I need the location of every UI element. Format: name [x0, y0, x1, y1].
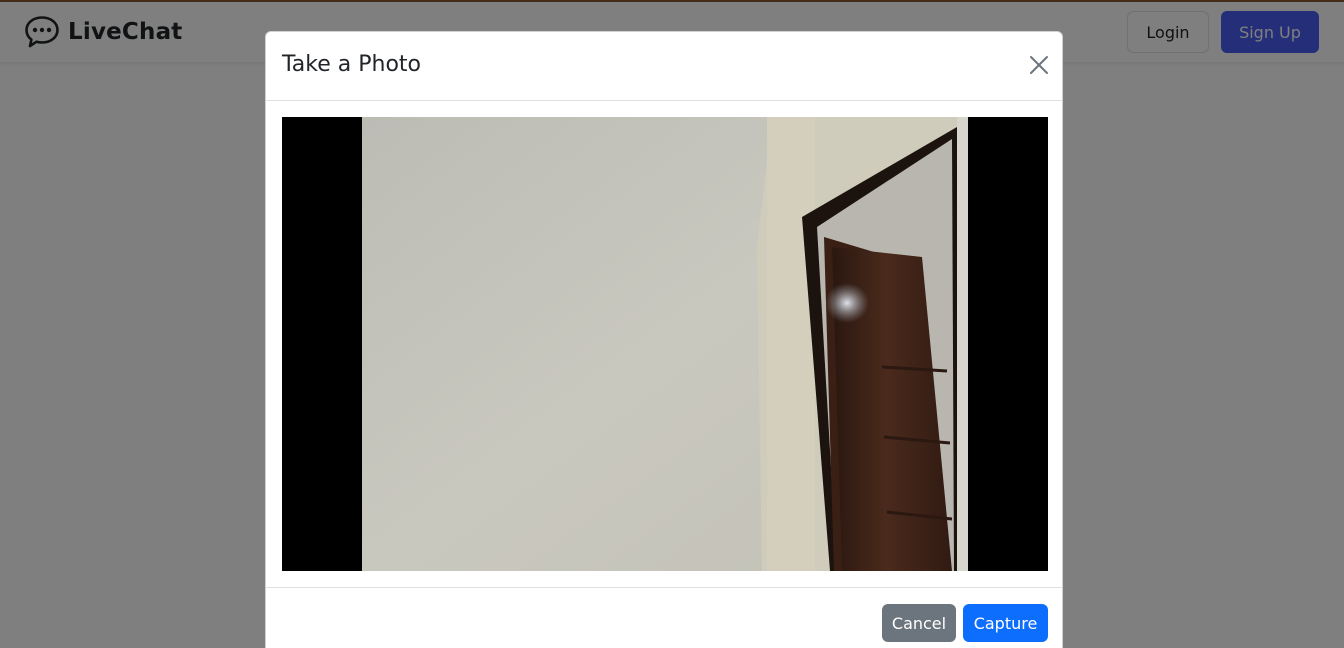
modal-footer: Cancel Capture [266, 587, 1062, 648]
camera-video [282, 117, 1048, 571]
take-photo-modal: Take a Photo Cancel Capture [265, 31, 1063, 648]
cancel-button[interactable]: Cancel [882, 604, 956, 642]
modal-header: Take a Photo [266, 32, 1062, 101]
capture-button[interactable]: Capture [963, 604, 1048, 642]
close-button[interactable] [1026, 52, 1052, 78]
close-icon [1030, 56, 1048, 74]
camera-feed-image [362, 117, 968, 571]
page: LiveChat Login Sign Up Take a Photo [0, 0, 1344, 648]
modal-title: Take a Photo [282, 52, 421, 77]
modal-body [266, 101, 1062, 587]
